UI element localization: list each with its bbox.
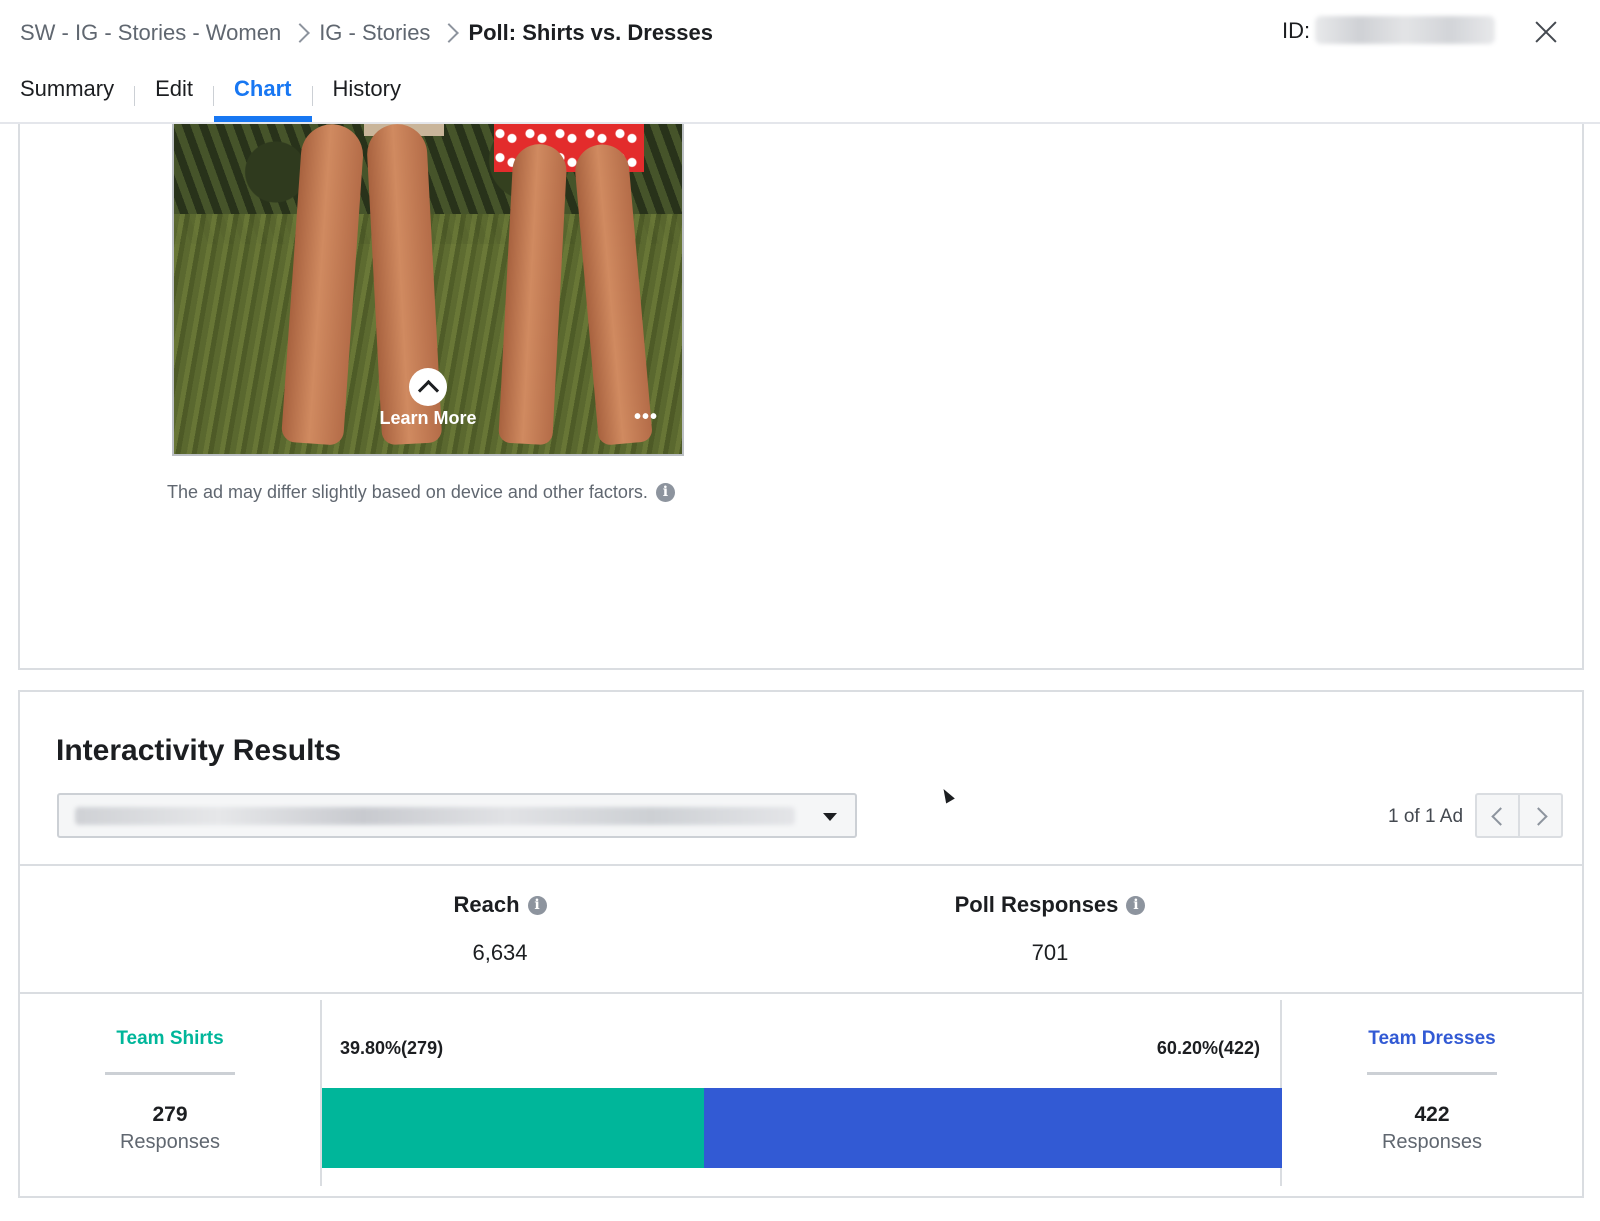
ad-selector-dropdown[interactable] [57,793,857,838]
section-title: Interactivity Results [56,734,342,767]
preview-disclaimer-text: The ad may differ slightly based on devi… [167,482,648,502]
breadcrumb-item-adset[interactable]: IG - Stories [319,20,430,46]
poll-bar-segment-dresses [704,1088,1282,1168]
tab-summary[interactable]: Summary [0,64,134,122]
info-icon[interactable]: i [1126,895,1146,915]
id-value-redacted [1315,16,1495,44]
poll-option-dresses: Team Dresses 422 Responses [1362,1028,1502,1154]
chevron-left-icon[interactable] [1477,795,1518,836]
info-icon[interactable]: i [527,895,547,915]
tab-history[interactable]: History [313,64,421,122]
metric-reach: Reach i 6,634 [410,892,590,966]
chevron-right-icon [439,23,460,43]
poll-option-name: Team Dresses [1368,1028,1496,1049]
metric-poll-responses-label: Poll Responses [954,892,1119,917]
id-label: ID: [1282,18,1311,43]
poll-option-responses-label: Responses [119,1131,221,1153]
tab-chart[interactable]: Chart [214,64,312,122]
ad-preview-image: Learn More ••• [172,124,684,456]
tab-edit[interactable]: Edit [135,64,213,122]
metric-reach-value: 6,634 [472,940,528,965]
metric-label: Reach i [410,892,590,918]
preview-disclaimer: The ad may differ slightly based on devi… [167,482,675,503]
breadcrumb-item-campaign[interactable]: SW - IG - Stories - Women [20,20,281,46]
chevron-right-icon[interactable] [1518,795,1561,836]
poll-option-name: Team Shirts [116,1028,224,1049]
more-icon[interactable]: ••• [634,406,658,429]
poll-option-rule [1367,1072,1497,1075]
learn-more-cta[interactable]: Learn More [174,408,682,429]
breadcrumb-item-ad: Poll: Shirts vs. Dresses [468,20,713,45]
metric-reach-label: Reach [453,892,520,917]
poll-option-count: 422 [1414,1103,1450,1126]
metric-label: Poll Responses i [930,892,1170,918]
section-divider [20,864,1582,866]
metric-poll-responses: Poll Responses i 701 [930,892,1170,966]
poll-bar-label-shirts: 39.80%(279) [340,1038,444,1058]
poll-option-count: 279 [152,1103,188,1126]
breadcrumb: SW - IG - Stories - Women IG - Stories P… [20,18,713,48]
chevron-up-icon[interactable] [409,368,447,406]
chevron-right-icon [290,23,311,43]
caret-down-icon [823,813,837,821]
section-divider [20,992,1582,994]
poll-option-shirts: Team Shirts 279 Responses [100,1028,240,1154]
poll-results-bar [322,1088,1282,1168]
poll-option-responses-label: Responses [1381,1131,1483,1153]
info-icon[interactable]: i [655,483,675,502]
tab-bar: Summary Edit Chart History [0,64,421,122]
top-bar: SW - IG - Stories - Women IG - Stories P… [0,0,1600,124]
ad-name-redacted [75,807,795,825]
poll-option-rule [105,1072,235,1075]
metric-poll-responses-value: 701 [1031,940,1069,965]
poll-bar-segment-shirts [322,1088,705,1168]
poll-bar-label-dresses: 60.20%(422) [1156,1038,1260,1058]
ad-count: 1 of 1 Ad [1388,806,1464,827]
ad-pager [1475,793,1563,838]
close-icon[interactable] [1528,14,1564,50]
